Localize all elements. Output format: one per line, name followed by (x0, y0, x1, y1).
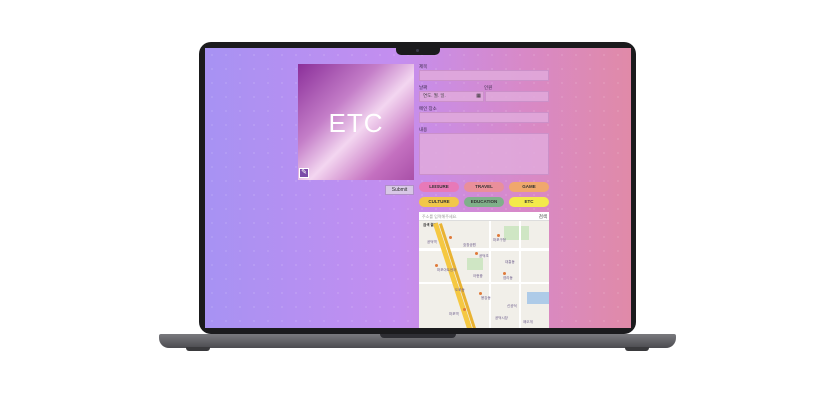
date-input[interactable]: 연도. 월. 일. ▦ (419, 91, 484, 102)
map-search-placeholder: 주소를 입력해주세요. (422, 214, 458, 219)
people-input[interactable] (485, 91, 549, 102)
map-pin-icon (435, 264, 438, 267)
category-culture-button[interactable]: CULTURE (419, 197, 459, 207)
map-poi: 대흥동 (505, 260, 515, 264)
map-poi: 마포구청 (493, 238, 506, 242)
map-pin-icon (503, 272, 506, 275)
edit-image-icon[interactable]: ✎ (299, 168, 309, 178)
map-poi: 도화동 (455, 288, 465, 292)
map-search-button[interactable]: 검색 (539, 212, 547, 221)
category-education-button[interactable]: EDUCATION (464, 197, 504, 207)
map-poi: 염리동 (503, 276, 513, 280)
map-poi: 마포아트센터 (437, 268, 457, 272)
map-poi: 용강동 (481, 296, 491, 300)
map-poi: 공덕시장 (495, 316, 508, 320)
map-pin-icon (475, 252, 478, 255)
calendar-icon[interactable]: ▦ (476, 93, 481, 99)
date-value: 연도. 월. 일. (423, 93, 446, 98)
category-etc-button[interactable]: ETC (509, 197, 549, 207)
map-view[interactable]: 주소를 입력해주세요. 검색 검색 결과 공덕역 마포구청 효창공원 공덕초 대… (419, 212, 549, 328)
map-road (489, 221, 491, 328)
category-game-button[interactable]: GAME (509, 182, 549, 192)
map-road (519, 221, 521, 328)
submit-button[interactable]: Submit (385, 185, 414, 195)
laptop-opening-notch (380, 334, 456, 338)
map-poi: 마포역 (449, 312, 459, 316)
map-pin-icon (497, 234, 500, 237)
cover-text: ETC (328, 108, 384, 138)
map-poi: 공덕초 (479, 254, 489, 258)
map-pin-icon (479, 292, 482, 295)
map-park (504, 226, 529, 240)
map-pin-icon (449, 236, 452, 239)
map-poi: 아현중 (473, 274, 483, 278)
place-input[interactable] (419, 112, 549, 123)
map-poi: 공덕역 (427, 240, 437, 244)
camera-icon (416, 49, 419, 52)
title-input[interactable] (419, 70, 549, 81)
category-travel-button[interactable]: TRAVEL (464, 182, 504, 192)
content-textarea[interactable] (419, 133, 549, 175)
map-park (467, 258, 483, 270)
map-poi: 효창공원 (463, 243, 476, 247)
map-search-input[interactable]: 주소를 입력해주세요. 검색 (419, 212, 549, 221)
app-screen: ETC ✎ Submit 제목 날짜 인원 연도. 월. 일. ▦ 메인 장소 … (205, 48, 631, 328)
dot-pattern-background (205, 48, 631, 328)
map-road (419, 248, 549, 251)
cover-image: ETC (298, 64, 414, 180)
map-road (419, 282, 549, 284)
map-pin-icon (463, 308, 466, 311)
laptop-foot (186, 347, 210, 351)
map-water (527, 292, 549, 304)
category-leisure-button[interactable]: LEISURE (419, 182, 459, 192)
map-poi: 신공덕 (507, 304, 517, 308)
map-poi: 애오개 (523, 320, 533, 324)
laptop-foot (625, 347, 649, 351)
